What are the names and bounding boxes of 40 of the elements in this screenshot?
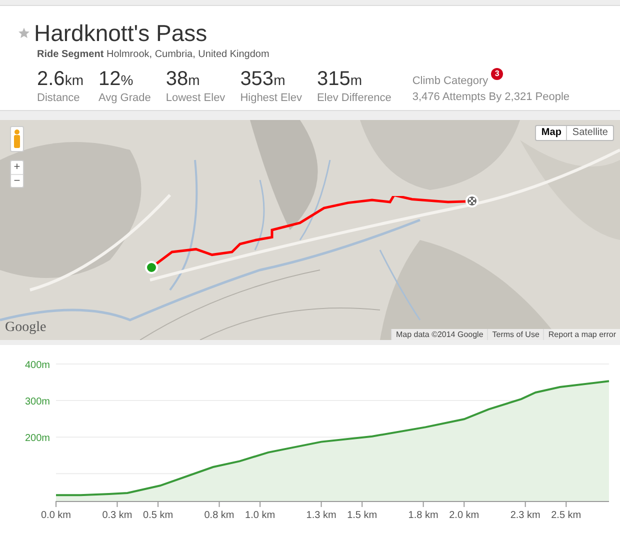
y-tick-label: 400m [25,360,50,371]
stat-label: Elev Difference [316,91,392,105]
x-tick-label: 2.0 km [449,510,480,521]
x-tick-label: 2.5 km [551,510,582,521]
stat-value: 315m [316,68,363,91]
map-footer-link[interactable]: Terms of Use [487,329,544,340]
x-tick-label: 1.3 km [306,510,336,521]
y-tick-label: 300m [25,396,50,408]
stat-value: 12% [98,68,134,91]
x-tick-label: 2.3 km [510,510,540,521]
zoom-out-button[interactable]: − [11,174,23,187]
segment-subtitle: Ride Segment Holmrook, Cumbria, United Kingdom [37,48,270,61]
stat-label: Avg Grade [98,91,151,105]
stat-value: 2.6km [37,68,84,91]
pegman-icon[interactable] [10,126,24,152]
x-tick-label: 0.3 km [102,510,132,521]
segment-title: Hardknott's Pass [34,20,208,46]
map-type-button[interactable]: Map [536,126,566,140]
zoom-in-button[interactable]: + [11,161,23,174]
category-badge: 3 [491,68,504,80]
x-tick-label: 0.5 km [143,510,174,521]
climb-label: Climb Category [412,74,488,89]
x-tick-label: 0.8 km [204,510,234,521]
stat-label: Lowest Elev [166,91,226,105]
stat-value: 353m [240,68,286,91]
x-tick-label: 1.5 km [347,510,378,521]
stat-label: Highest Elev [240,91,302,105]
star-icon[interactable] [18,27,30,39]
x-tick-label: 0.0 km [41,510,71,521]
finish-flag-icon [465,194,479,208]
map-footer-link[interactable]: Map data ©2014 Google [390,329,488,340]
stat-value: 38m [166,68,201,91]
x-tick-label: 1.0 km [245,510,276,521]
x-tick-label: 1.8 km [408,510,438,521]
map-type-button[interactable]: Satellite [566,126,613,140]
stat-label: Distance [37,91,81,105]
google-logo: Google [5,321,46,335]
attempts-text: 3,476 Attempts By 2,321 People [412,90,570,104]
map-footer-link[interactable]: Report a map error [543,329,620,340]
y-tick-label: 200m [25,433,50,444]
